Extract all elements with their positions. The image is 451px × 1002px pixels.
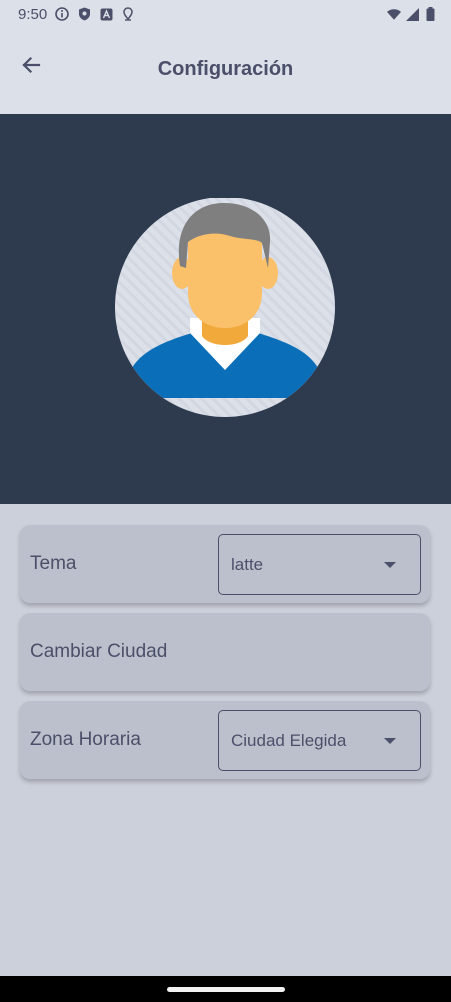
dropdown-arrow-icon <box>384 738 396 744</box>
timezone-setting-card: Zona Horaria Ciudad Elegida <box>20 701 430 779</box>
page-title: Configuración <box>157 58 294 80</box>
system-nav-bar <box>0 976 451 1002</box>
profile-header <box>0 114 451 504</box>
user-avatar <box>112 197 338 420</box>
status-bar: 9:50 <box>0 0 451 28</box>
timezone-dropdown[interactable]: Ciudad Elegida <box>218 710 421 771</box>
timezone-dropdown-value: Ciudad Elegida <box>231 730 347 750</box>
theme-label: Tema <box>30 553 77 574</box>
app-bar: Configuración <box>0 28 451 114</box>
info-icon <box>55 7 70 21</box>
change-city-button[interactable]: Cambiar Ciudad <box>20 613 430 691</box>
shield-icon <box>77 7 91 21</box>
status-time: 9:50 <box>18 5 48 23</box>
theme-dropdown[interactable]: latte <box>218 534 421 595</box>
a-icon <box>99 7 113 21</box>
status-left: 9:50 <box>18 6 135 23</box>
theme-dropdown-value: latte <box>231 554 264 574</box>
status-right <box>387 7 437 21</box>
signal-icon <box>405 7 419 21</box>
location-icon <box>121 7 135 21</box>
theme-setting-card: Tema latte <box>20 525 430 603</box>
wifi-icon <box>387 7 401 21</box>
timezone-label: Zona Horaria <box>30 729 141 750</box>
dropdown-arrow-icon <box>384 562 396 568</box>
change-city-label: Cambiar Ciudad <box>30 641 168 662</box>
home-gesture-handle[interactable] <box>167 987 285 992</box>
battery-icon <box>423 7 437 21</box>
